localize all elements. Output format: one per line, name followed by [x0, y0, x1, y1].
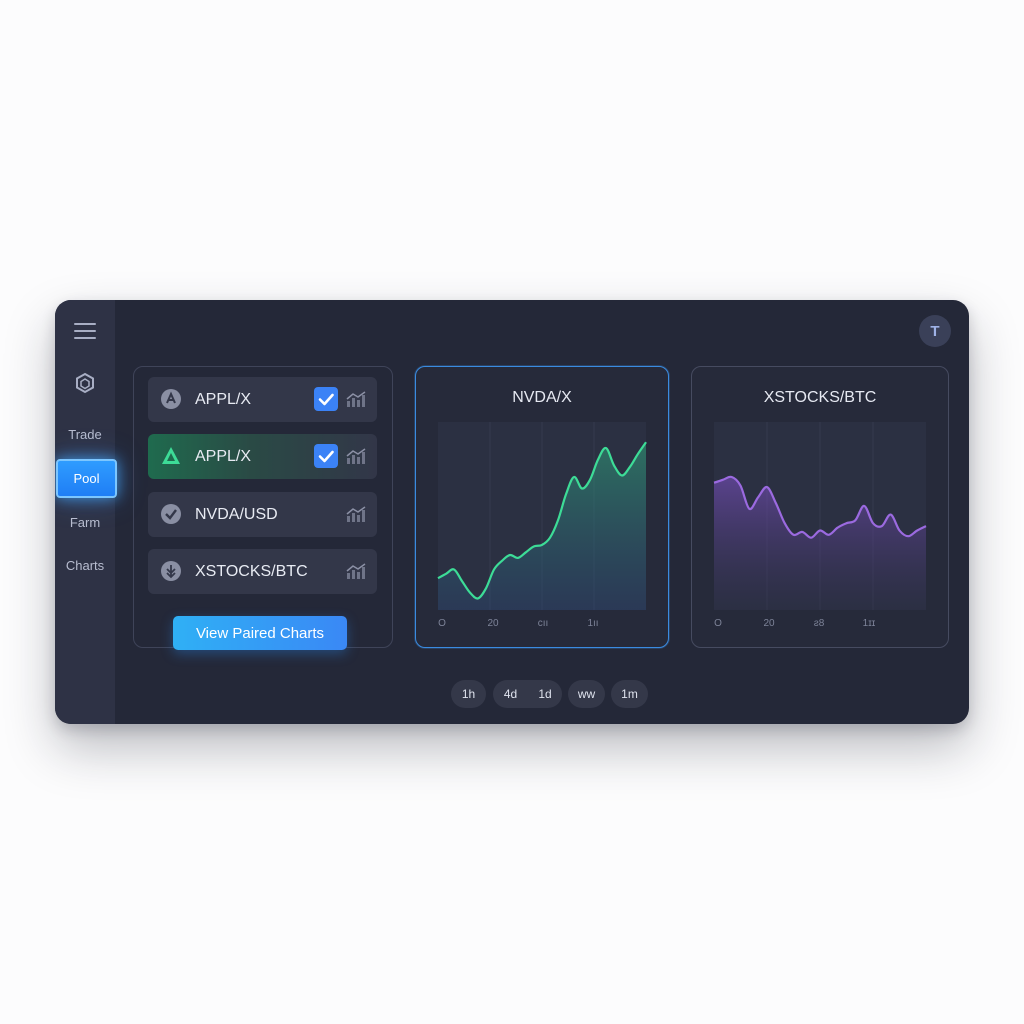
pair-row[interactable]: APPL/X [148, 377, 377, 422]
price-chart: O 20 cıı 1ıı [437, 422, 647, 629]
chart-card-nvda[interactable]: NVDA/X O 20 cıı 1ıı [415, 366, 669, 648]
mini-chart-icon[interactable] [346, 505, 366, 523]
x-tick-label: cıı [538, 618, 549, 629]
chart-card-xstocks[interactable]: XSTOCKS/BTC O 20 ƨ8 1ɪɪ [691, 366, 949, 648]
pair-label: APPL/X [195, 448, 252, 465]
pair-label: APPL/X [195, 391, 252, 408]
x-tick-label: O [438, 618, 446, 629]
nav-item-pool[interactable]: Pool [56, 459, 117, 498]
x-tick-label: 1ɪɪ [863, 618, 876, 629]
app-window: Trade Pool Farm Charts T APPL/X APPL/X N… [55, 300, 969, 724]
range-button-ww[interactable]: ww [568, 680, 605, 708]
x-tick-label: 20 [487, 618, 499, 629]
checkmark-icon [318, 393, 334, 406]
mini-chart-icon[interactable] [346, 562, 366, 580]
x-tick-label: 20 [763, 618, 775, 629]
nav-item-charts[interactable]: Charts [55, 549, 115, 581]
pair-row[interactable]: NVDA/USD [148, 492, 377, 537]
price-chart: O 20 ƨ8 1ɪɪ [713, 422, 927, 629]
nav-item-trade[interactable]: Trade [55, 418, 115, 450]
sidebar: Trade Pool Farm Charts [55, 300, 117, 724]
mini-chart-icon[interactable] [346, 390, 366, 408]
x-tick-label: 1ıı [587, 618, 598, 629]
view-paired-charts-button[interactable]: View Paired Charts [173, 616, 347, 650]
x-tick-label: ƨ8 [814, 618, 825, 629]
nav-item-farm[interactable]: Farm [55, 506, 115, 538]
apple-token-icon [161, 389, 181, 409]
pair-label: XSTOCKS/BTC [195, 563, 308, 580]
nvidia-token-icon [161, 504, 181, 524]
range-button-1h[interactable]: 1h [451, 680, 486, 708]
checkmark-icon [318, 450, 334, 463]
user-avatar[interactable]: T [919, 315, 951, 347]
mini-chart-icon[interactable] [346, 447, 366, 465]
range-button-4d[interactable]: 4d [493, 680, 528, 708]
xstocks-token-icon [161, 561, 181, 581]
pair-checkbox[interactable] [314, 387, 338, 411]
pair-row[interactable]: APPL/X [148, 434, 377, 479]
hamburger-menu-icon[interactable] [74, 322, 96, 340]
pair-row[interactable]: XSTOCKS/BTC [148, 549, 377, 594]
pair-checkbox[interactable] [314, 444, 338, 468]
hexagon-logo-icon [76, 372, 94, 394]
pair-label: NVDA/USD [195, 506, 278, 523]
range-button-1m[interactable]: 1m [611, 680, 648, 708]
arbitrum-token-icon [162, 447, 180, 464]
range-button-1d[interactable]: 1d [528, 680, 562, 708]
x-tick-label: O [714, 618, 722, 629]
